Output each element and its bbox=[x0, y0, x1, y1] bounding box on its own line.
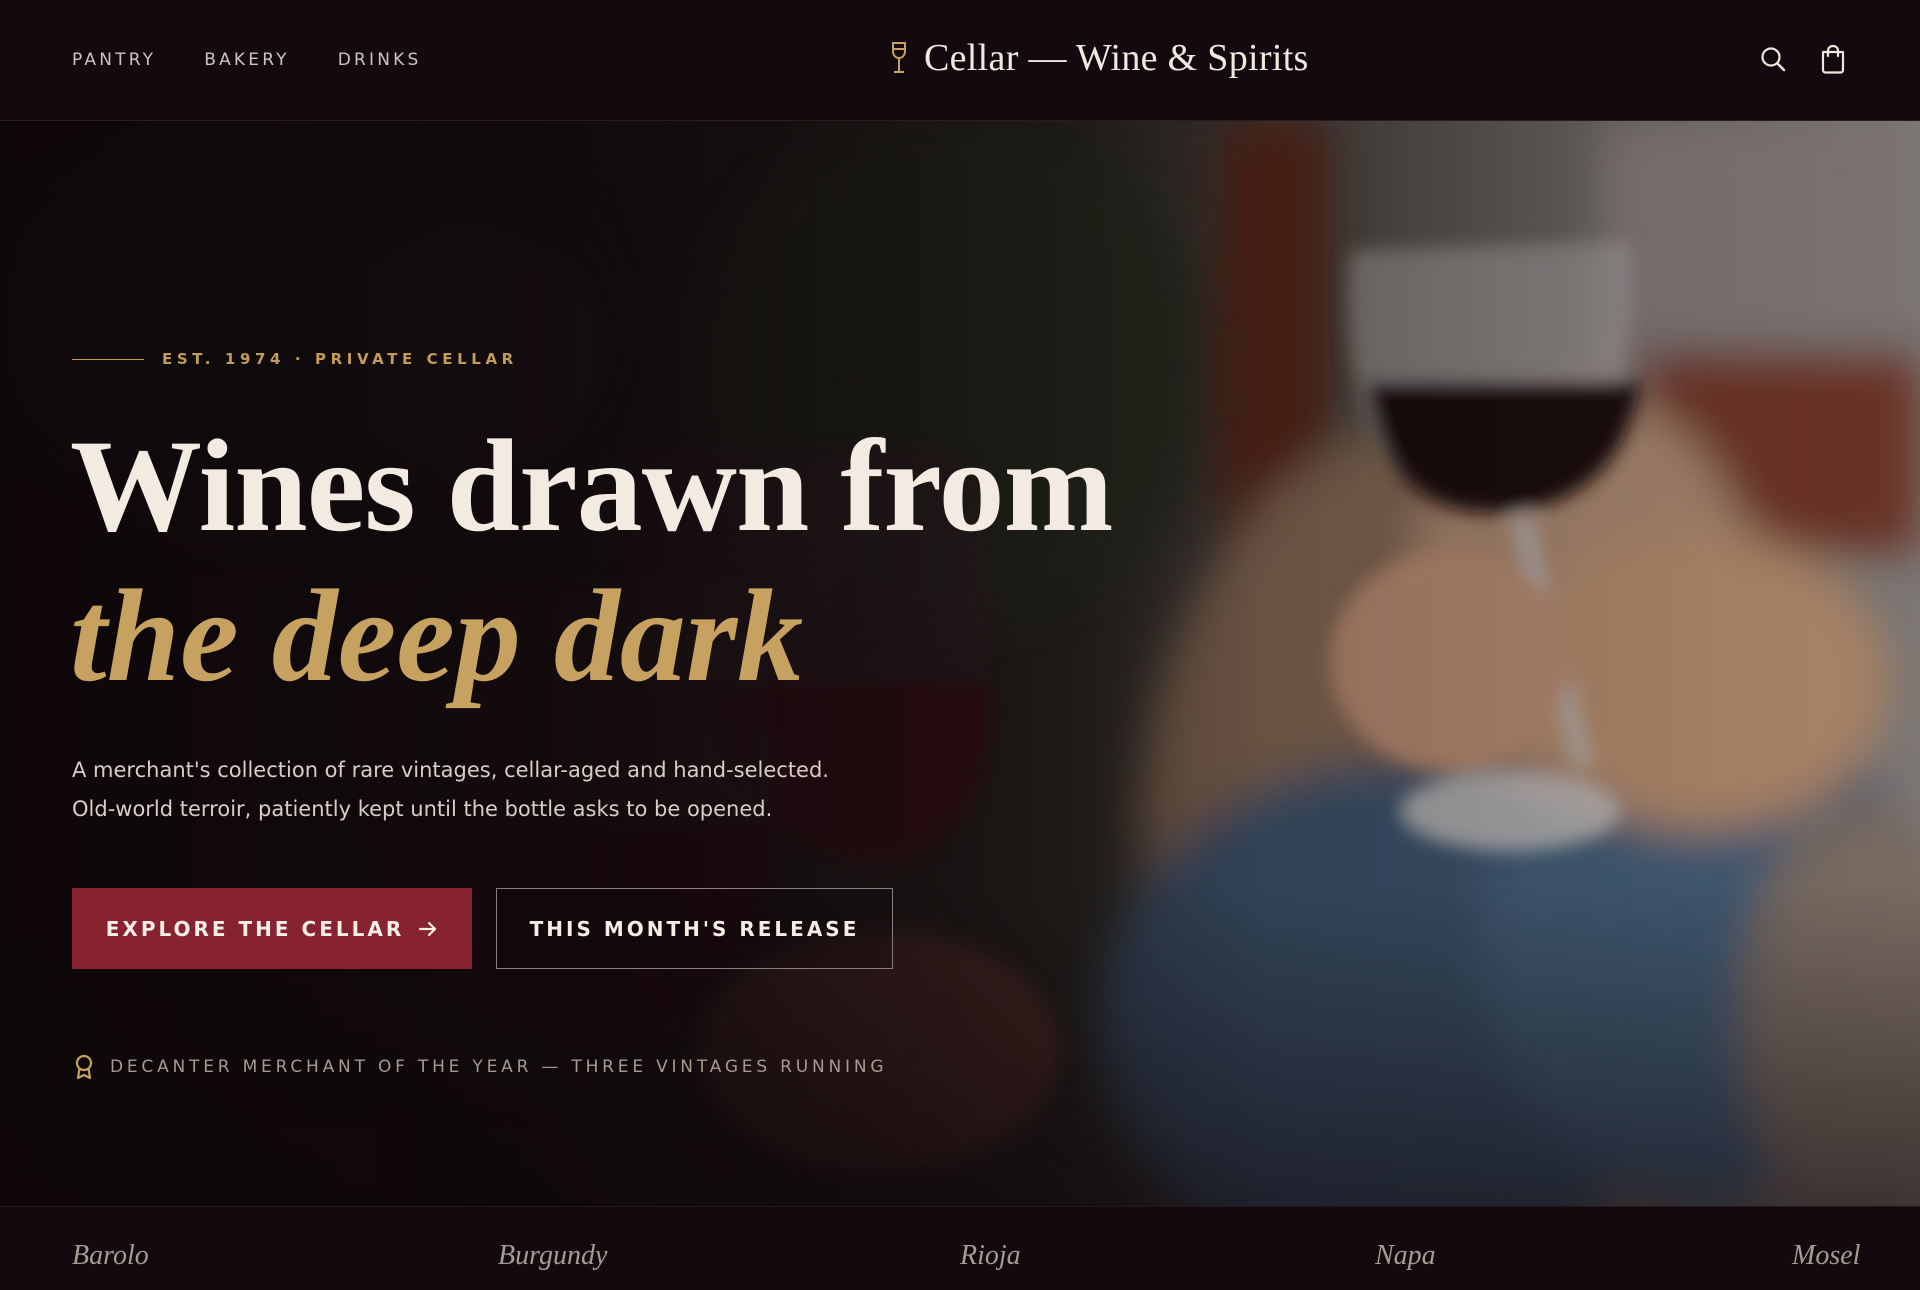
brand-logo[interactable]: Cellar — Wine & Spirits bbox=[890, 36, 1309, 80]
headline-line-1: Wines drawn from bbox=[70, 412, 1114, 559]
nav-link-drinks[interactable]: DRINKS bbox=[338, 50, 422, 70]
monthly-release-button[interactable]: THIS MONTH'S RELEASE bbox=[496, 888, 893, 969]
eyebrow-text: EST. 1974 · PRIVATE CELLAR bbox=[162, 350, 518, 368]
nav-link-pantry[interactable]: PANTRY bbox=[72, 50, 156, 70]
description-line-2: Old-world terroir, patiently kept until … bbox=[72, 797, 773, 821]
nav-link-bakery[interactable]: BAKERY bbox=[204, 50, 290, 70]
region-rioja[interactable]: Rioja bbox=[960, 1240, 1021, 1272]
region-burgundy[interactable]: Burgundy bbox=[498, 1240, 607, 1272]
shopping-bag-icon bbox=[1821, 44, 1845, 74]
eyebrow-rule bbox=[72, 358, 144, 360]
headline-line-2: the deep dark bbox=[70, 562, 804, 709]
hero-description: A merchant's collection of rare vintages… bbox=[72, 751, 892, 829]
award-text: DECANTER MERCHANT OF THE YEAR — THREE VI… bbox=[110, 1057, 888, 1077]
hero-eyebrow: EST. 1974 · PRIVATE CELLAR bbox=[72, 350, 518, 368]
award-ribbon-icon bbox=[75, 1054, 93, 1080]
explore-cellar-button[interactable]: EXPLORE THE CELLAR bbox=[72, 888, 472, 969]
search-button[interactable] bbox=[1758, 44, 1788, 74]
hero-section: EST. 1974 · PRIVATE CELLAR Wines drawn f… bbox=[0, 121, 1920, 1206]
nav-actions bbox=[1758, 44, 1848, 74]
monthly-release-label: THIS MONTH'S RELEASE bbox=[529, 916, 860, 941]
region-barolo[interactable]: Barolo bbox=[72, 1240, 149, 1272]
top-navigation: PANTRY BAKERY DRINKS Cellar — Wine & Spi… bbox=[0, 0, 1920, 121]
brand-name: Cellar — Wine & Spirits bbox=[924, 37, 1309, 79]
hero-headline: Wines drawn from the deep dark bbox=[70, 411, 1114, 711]
wine-glass-icon bbox=[892, 42, 906, 73]
region-mosel[interactable]: Mosel bbox=[1792, 1240, 1860, 1272]
region-napa[interactable]: Napa bbox=[1375, 1240, 1436, 1272]
description-line-1: A merchant's collection of rare vintages… bbox=[72, 758, 829, 782]
search-icon bbox=[1761, 47, 1786, 72]
cart-button[interactable] bbox=[1818, 44, 1848, 74]
region-strip: Barolo Burgundy Rioja Napa Mosel bbox=[0, 1206, 1920, 1290]
explore-cellar-label: EXPLORE THE CELLAR bbox=[105, 916, 405, 941]
award-badge: DECANTER MERCHANT OF THE YEAR — THREE VI… bbox=[74, 1054, 887, 1080]
nav-links: PANTRY BAKERY DRINKS bbox=[72, 50, 422, 70]
arrow-right-icon bbox=[419, 921, 437, 936]
